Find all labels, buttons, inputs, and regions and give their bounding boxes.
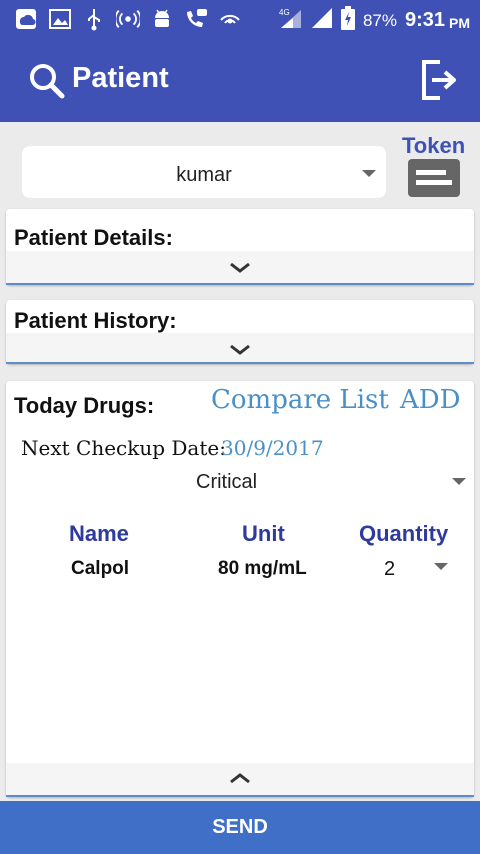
chevron-down-icon xyxy=(229,343,251,361)
send-button[interactable]: SEND xyxy=(0,801,480,854)
dropdown-arrow-icon xyxy=(362,170,376,177)
today-drugs-card: Today Drugs: Compare List ADD Next Check… xyxy=(6,381,474,797)
android-icon xyxy=(150,7,174,31)
patient-dropdown[interactable]: kumar xyxy=(22,146,386,198)
signal-icon-2 xyxy=(311,7,333,34)
clock-time: 9:31 xyxy=(404,9,445,31)
token-label: Token xyxy=(402,133,466,158)
today-drugs-collapser[interactable] xyxy=(6,763,474,797)
next-checkup-date[interactable]: 30/9/2017 xyxy=(221,436,324,460)
chevron-down-icon xyxy=(229,261,251,279)
add-drug-button[interactable]: ADD xyxy=(400,385,460,415)
cloud-icon xyxy=(14,7,38,31)
usb-icon xyxy=(82,7,106,31)
token-icon xyxy=(408,159,460,202)
search-icon[interactable] xyxy=(28,62,66,105)
column-header-quantity: Quantity xyxy=(359,521,449,546)
signal-icon: 4G xyxy=(279,7,303,34)
patient-details-title: Patient Details: xyxy=(14,225,173,250)
token-button[interactable]: Token xyxy=(402,133,468,199)
column-header-name: Name xyxy=(69,521,129,546)
today-drugs-title: Today Drugs: xyxy=(14,393,155,418)
hotspot-icon xyxy=(116,7,140,31)
severity-dropdown[interactable]: Critical xyxy=(6,469,474,497)
drug-unit-cell: 80 mg/mL xyxy=(218,558,307,579)
status-right: 4G 87% 9:31 PM xyxy=(279,6,470,35)
battery-percent: 87% xyxy=(362,10,397,30)
patient-history-expander[interactable] xyxy=(6,333,474,364)
status-bar: 4G 87% 9:31 PM xyxy=(0,0,480,38)
patient-history-title: Patient History: xyxy=(14,308,177,333)
page-title: Patient xyxy=(72,62,169,94)
column-header-unit: Unit xyxy=(242,521,285,546)
drug-name-cell: Calpol xyxy=(71,558,130,579)
chevron-up-icon xyxy=(229,771,251,789)
severity-value: Critical xyxy=(196,471,258,493)
logout-icon[interactable] xyxy=(418,58,460,107)
compare-list-button[interactable]: Compare List xyxy=(211,385,389,415)
battery-icon xyxy=(340,6,355,35)
dropdown-arrow-icon xyxy=(452,478,466,485)
patient-details-expander[interactable] xyxy=(6,251,474,285)
patient-details-card: Patient Details: xyxy=(6,209,474,285)
dropdown-arrow-icon xyxy=(434,563,448,570)
patient-history-card: Patient History: xyxy=(6,300,474,364)
image-icon xyxy=(48,7,72,31)
patient-dropdown-value: kumar xyxy=(176,164,232,186)
clock-ampm: PM xyxy=(449,14,470,31)
notification-icons xyxy=(14,7,242,31)
drug-quantity-dropdown[interactable]: 2 xyxy=(384,558,395,581)
phone-message-icon xyxy=(184,7,208,31)
wifi-icon xyxy=(218,7,242,31)
next-checkup-label: Next Checkup Date: xyxy=(21,436,226,460)
svg-text:4G: 4G xyxy=(279,8,290,17)
app-bar: Patient xyxy=(0,38,480,122)
